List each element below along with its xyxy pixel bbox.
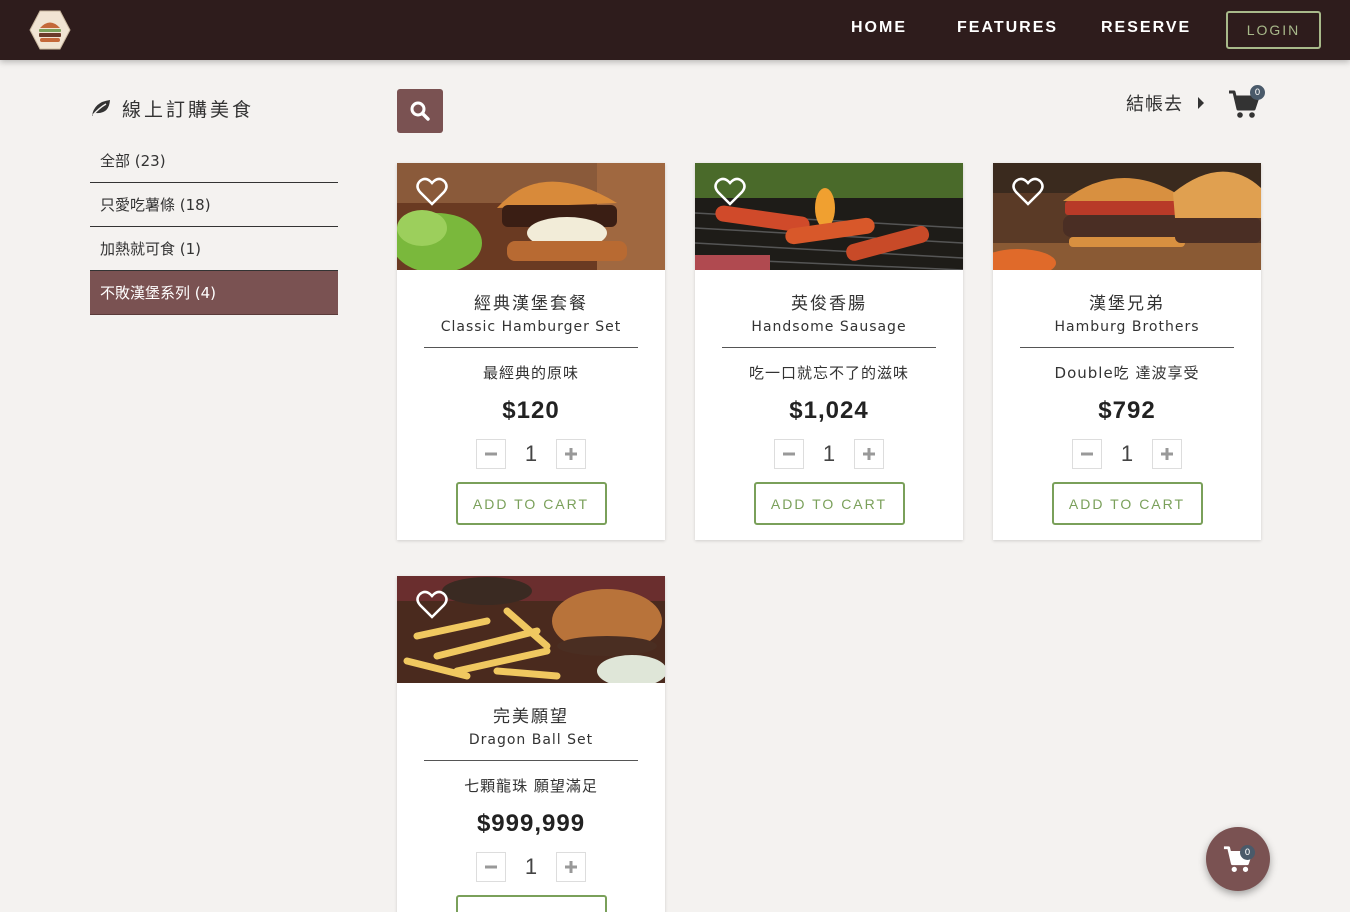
product-card: 經典漢堡套餐 Classic Hamburger Set 最經典的原味 $120… xyxy=(397,163,665,540)
caret-right-icon xyxy=(1198,97,1204,109)
login-button[interactable]: LOGIN xyxy=(1226,11,1321,49)
minus-icon xyxy=(485,452,497,456)
favorite-heart-icon[interactable] xyxy=(416,590,448,620)
product-card: 英俊香腸 Handsome Sausage 吃一口就忘不了的滋味 $1,024 … xyxy=(695,163,963,540)
product-english-name: Classic Hamburger Set xyxy=(440,319,622,335)
product-image xyxy=(397,163,665,270)
minus-icon xyxy=(783,452,795,456)
divider xyxy=(424,347,638,348)
product-english-name: Handsome Sausage xyxy=(751,319,907,335)
increase-button[interactable] xyxy=(556,852,586,882)
product-english-name: Dragon Ball Set xyxy=(468,732,594,748)
decrease-button[interactable] xyxy=(476,852,506,882)
header-cart-button[interactable]: 0 xyxy=(1228,85,1265,120)
quantity-value[interactable]: 1 xyxy=(506,441,556,467)
leaf-icon xyxy=(92,100,110,116)
product-price: $1,024 xyxy=(789,397,869,424)
increase-button[interactable] xyxy=(1152,439,1182,469)
product-card: 漢堡兄弟 Hamburg Brothers Double吃 達波享受 $792 … xyxy=(993,163,1261,540)
product-name: 經典漢堡套餐 xyxy=(474,294,588,314)
product-image xyxy=(397,576,665,683)
nav-reserve[interactable]: RESERVE xyxy=(1101,19,1191,37)
sidebar-title-text: 線上訂購美食 xyxy=(122,98,255,121)
nav-features[interactable]: FEATURES xyxy=(957,19,1058,37)
minus-icon xyxy=(485,865,497,869)
favorite-heart-icon[interactable] xyxy=(714,177,746,207)
quantity-value[interactable]: 1 xyxy=(506,854,556,880)
decrease-button[interactable] xyxy=(774,439,804,469)
add-to-cart-button[interactable]: ADD TO CART xyxy=(455,895,607,912)
minus-icon xyxy=(1081,452,1093,456)
search-icon xyxy=(410,101,430,121)
quantity-value[interactable]: 1 xyxy=(804,441,854,467)
quantity-value[interactable]: 1 xyxy=(1102,441,1152,467)
add-to-cart-button[interactable]: ADD TO CART xyxy=(455,482,607,525)
decrease-button[interactable] xyxy=(1072,439,1102,469)
product-description: Double吃 達波享受 xyxy=(1054,364,1200,382)
increase-button[interactable] xyxy=(556,439,586,469)
plus-icon xyxy=(565,448,577,460)
category-all[interactable]: 全部 (23) xyxy=(90,139,338,183)
floating-cart-button[interactable]: 0 xyxy=(1206,827,1270,891)
divider xyxy=(1020,347,1234,348)
divider xyxy=(424,760,638,761)
quantity-stepper: 1 xyxy=(397,852,665,882)
checkout-link[interactable]: 結帳去 xyxy=(1126,90,1205,116)
category-heat[interactable]: 加熱就可食 (1) xyxy=(90,227,338,271)
product-image xyxy=(993,163,1261,270)
plus-icon xyxy=(1161,448,1173,460)
increase-button[interactable] xyxy=(854,439,884,469)
quantity-stepper: 1 xyxy=(695,439,963,469)
add-to-cart-button[interactable]: ADD TO CART xyxy=(753,482,905,525)
product-price: $792 xyxy=(1098,397,1156,424)
favorite-heart-icon[interactable] xyxy=(1012,177,1044,207)
search-button[interactable] xyxy=(397,89,443,133)
floating-cart-count-badge: 0 xyxy=(1240,845,1255,860)
burger-logo-icon[interactable] xyxy=(29,10,71,50)
favorite-heart-icon[interactable] xyxy=(416,177,448,207)
product-description: 最經典的原味 xyxy=(482,364,579,382)
checkout-label: 結帳去 xyxy=(1126,94,1183,115)
plus-icon xyxy=(863,448,875,460)
divider xyxy=(722,347,936,348)
product-english-name: Hamburg Brothers xyxy=(1054,319,1200,335)
category-fries[interactable]: 只愛吃薯條 (18) xyxy=(90,183,338,227)
product-image xyxy=(695,163,963,270)
product-name: 英俊香腸 xyxy=(791,294,867,314)
product-price: $999,999 xyxy=(476,810,586,837)
category-burger[interactable]: 不敗漢堡系列 (4) xyxy=(90,271,338,315)
product-price: $120 xyxy=(502,397,560,424)
quantity-stepper: 1 xyxy=(993,439,1261,469)
cart-count-badge: 0 xyxy=(1250,85,1265,100)
plus-icon xyxy=(565,861,577,873)
product-description: 吃一口就忘不了的滋味 xyxy=(748,364,909,382)
product-card: 完美願望 Dragon Ball Set 七顆龍珠 願望滿足 $999,999 … xyxy=(397,576,665,912)
product-name: 漢堡兄弟 xyxy=(1089,294,1165,314)
product-name: 完美願望 xyxy=(493,707,569,727)
product-description: 七顆龍珠 願望滿足 xyxy=(464,777,598,795)
sidebar-title: 線上訂購美食 xyxy=(90,94,254,122)
decrease-button[interactable] xyxy=(476,439,506,469)
nav-home[interactable]: HOME xyxy=(851,19,907,37)
navbar: HOME FEATURES RESERVE LOGIN xyxy=(0,0,1350,60)
quantity-stepper: 1 xyxy=(397,439,665,469)
add-to-cart-button[interactable]: ADD TO CART xyxy=(1051,482,1203,525)
